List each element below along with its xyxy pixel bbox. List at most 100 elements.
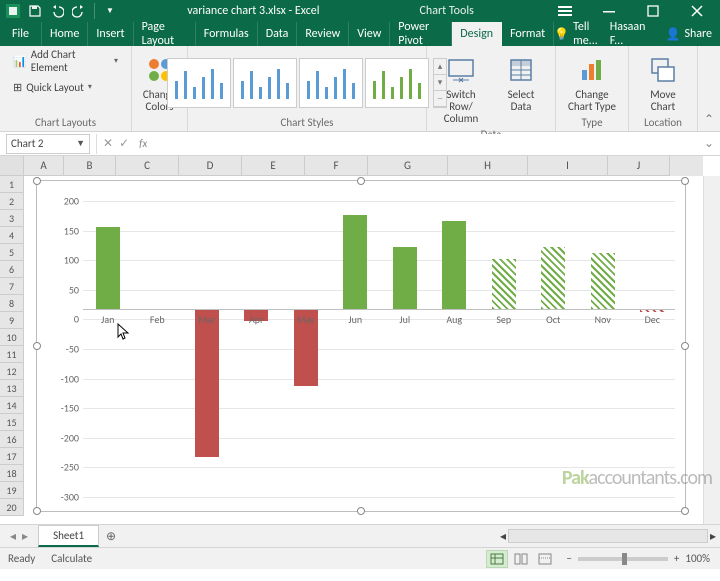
normal-view-icon[interactable] (486, 550, 508, 568)
zoom-slider[interactable] (578, 557, 668, 561)
move-chart-button[interactable]: Move Chart (635, 50, 691, 116)
col-header[interactable]: G (368, 156, 448, 176)
collapse-ribbon-icon[interactable]: ⌃ (698, 46, 720, 131)
chart-bar[interactable] (393, 247, 417, 309)
row-headers[interactable]: 1234567891011121314151617181920 (0, 176, 24, 516)
change-chart-type-button[interactable]: Change Chart Type (562, 50, 622, 116)
y-tick-label: 50 (41, 283, 79, 296)
col-header[interactable]: C (116, 156, 179, 176)
chevron-down-icon[interactable]: ▼ (76, 138, 85, 149)
page-break-view-icon[interactable] (534, 550, 556, 568)
chart-bar[interactable] (442, 221, 466, 310)
tab-insert[interactable]: Insert (88, 22, 133, 46)
sheet-nav-prev-icon[interactable]: ◂ (10, 529, 16, 544)
row-header[interactable]: 2 (0, 193, 24, 210)
bulb-icon: 💡 (554, 27, 569, 42)
chart-bar[interactable] (541, 247, 565, 309)
undo-icon[interactable] (50, 4, 64, 18)
chart-style-2[interactable] (233, 58, 297, 108)
expand-formula-bar-icon[interactable]: ⌄ (698, 136, 720, 151)
row-header[interactable]: 14 (0, 397, 24, 414)
tab-design[interactable]: Design (452, 22, 502, 46)
tab-data[interactable]: Data (258, 22, 298, 46)
row-header[interactable]: 8 (0, 295, 24, 312)
col-header[interactable]: J (608, 156, 670, 176)
col-header[interactable]: F (305, 156, 368, 176)
sheet-nav-next-icon[interactable]: ▸ (22, 529, 28, 544)
chart-bar[interactable] (96, 227, 120, 310)
x-tick-label: Mar (198, 313, 215, 326)
row-header[interactable]: 5 (0, 244, 24, 261)
chart-style-4[interactable] (365, 58, 429, 108)
chart-bar[interactable] (492, 259, 516, 309)
row-header[interactable]: 18 (0, 465, 24, 482)
row-header[interactable]: 9 (0, 312, 24, 329)
row-header[interactable]: 12 (0, 363, 24, 380)
row-header[interactable]: 16 (0, 431, 24, 448)
row-header[interactable]: 13 (0, 380, 24, 397)
zoom-in-icon[interactable]: + (674, 552, 679, 565)
col-header[interactable]: I (528, 156, 608, 176)
cancel-formula-icon[interactable]: ✕ (103, 136, 113, 151)
row-header[interactable]: 10 (0, 329, 24, 346)
chart-style-3[interactable] (299, 58, 363, 108)
row-header[interactable]: 3 (0, 210, 24, 227)
row-header[interactable]: 20 (0, 499, 24, 516)
minimize-icon[interactable] (588, 0, 630, 22)
chart-style-1[interactable] (167, 58, 231, 108)
chart-bar[interactable] (195, 309, 219, 457)
qat-customize-icon[interactable]: ▼ (103, 4, 117, 18)
col-header[interactable]: H (448, 156, 528, 176)
chart-object[interactable]: 200150100500-50-100-150-200-250-300JanFe… (36, 180, 686, 512)
maximize-icon[interactable] (632, 0, 674, 22)
sheet-tab-1[interactable]: Sheet1 (38, 525, 99, 547)
column-headers[interactable]: ABCDEFGHIJ (24, 156, 703, 176)
col-header[interactable]: A (24, 156, 64, 176)
quick-layout-button[interactable]: ⊞Quick Layout▾ (6, 76, 99, 98)
zoom-out-icon[interactable]: − (566, 552, 571, 565)
user-name[interactable]: Hasaan F... (604, 20, 652, 48)
enter-formula-icon[interactable]: ✓ (119, 136, 129, 151)
col-header[interactable]: D (179, 156, 242, 176)
select-all-cell[interactable] (0, 156, 24, 176)
tell-me[interactable]: 💡Tell me... (554, 20, 598, 48)
select-data-button[interactable]: Select Data (493, 50, 549, 116)
chart-bar[interactable] (343, 215, 367, 310)
ribbon-options-icon[interactable] (544, 0, 586, 22)
row-header[interactable]: 7 (0, 278, 24, 295)
worksheet-grid[interactable]: ABCDEFGHIJ 12345678910111213141516171819… (0, 156, 720, 524)
chart-bar[interactable] (591, 253, 615, 309)
tab-power-pivot[interactable]: Power Pivot (390, 22, 452, 46)
row-header[interactable]: 11 (0, 346, 24, 363)
y-tick-label: 100 (41, 254, 79, 267)
share-button[interactable]: 👤Share (657, 27, 720, 42)
row-header[interactable]: 1 (0, 176, 24, 193)
row-header[interactable]: 19 (0, 482, 24, 499)
col-header[interactable]: B (64, 156, 116, 176)
switch-row-column-button[interactable]: Switch Row/ Column (433, 50, 489, 128)
formula-input[interactable] (151, 134, 698, 154)
add-chart-element-button[interactable]: 📊Add Chart Element▾ (6, 50, 125, 72)
new-sheet-icon[interactable]: ⊕ (99, 525, 123, 547)
tab-format[interactable]: Format (502, 22, 554, 46)
fx-label[interactable]: fx (135, 137, 151, 150)
chart-plot-area[interactable] (83, 191, 675, 485)
tab-review[interactable]: Review (297, 22, 349, 46)
save-icon[interactable] (28, 4, 42, 18)
tab-view[interactable]: View (349, 22, 390, 46)
close-icon[interactable] (676, 0, 718, 22)
tab-formulas[interactable]: Formulas (196, 22, 258, 46)
page-layout-view-icon[interactable] (510, 550, 532, 568)
row-header[interactable]: 6 (0, 261, 24, 278)
tab-file[interactable]: File (0, 22, 42, 46)
tab-page-layout[interactable]: Page Layout (134, 22, 196, 46)
col-header[interactable]: E (242, 156, 305, 176)
row-header[interactable]: 4 (0, 227, 24, 244)
horizontal-scrollbar[interactable]: ◂▸ (123, 525, 720, 547)
name-box[interactable]: Chart 2▼ (6, 134, 90, 154)
row-header[interactable]: 17 (0, 448, 24, 465)
redo-icon[interactable] (72, 4, 86, 18)
zoom-level[interactable]: 100% (685, 552, 710, 565)
row-header[interactable]: 15 (0, 414, 24, 431)
tab-home[interactable]: Home (42, 22, 88, 46)
